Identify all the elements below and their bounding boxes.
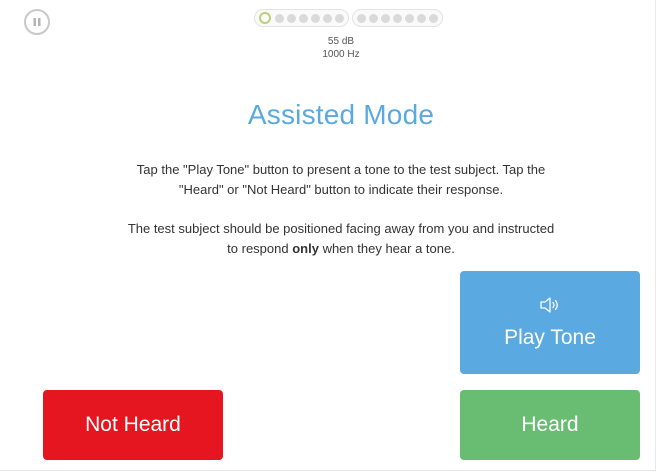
test-progress-indicator <box>254 9 443 27</box>
pause-icon <box>33 18 41 26</box>
instructions-line: The test subject should be positioned fa… <box>127 221 555 236</box>
heard-label: Heard <box>521 413 579 436</box>
instructions-line: Tap the "Play Tone" button to present a … <box>136 162 546 177</box>
progress-dot <box>287 13 296 23</box>
page-title: Assisted Mode <box>247 99 435 130</box>
instructions-line: "Heard" or "Not Heard" button to indicat… <box>178 182 504 197</box>
instructions-text: to respond <box>227 241 293 256</box>
speaker-icon <box>540 296 558 313</box>
instructions-emphasis: only <box>292 241 319 256</box>
progress-dot-current <box>259 12 271 24</box>
instructions-line: to respond only when they hear a tone. <box>0 239 659 259</box>
instructions-text: when they hear a tone. <box>318 241 455 256</box>
instructions-positioning: The test subject should be positioned fa… <box>0 219 659 259</box>
not-heard-button[interactable]: Not Heard <box>43 390 223 460</box>
level-decibels: 55 dB <box>327 36 355 47</box>
progress-dot <box>323 13 332 23</box>
instructions-response: Tap the "Play Tone" button to present a … <box>0 160 659 200</box>
pause-button[interactable] <box>24 9 50 35</box>
progress-group-2 <box>352 9 443 27</box>
play-tone-label: Play Tone <box>504 325 596 349</box>
progress-dot <box>357 13 366 23</box>
progress-dot <box>429 13 438 23</box>
progress-dot <box>417 13 426 23</box>
progress-dot <box>393 13 402 23</box>
heard-button[interactable]: Heard <box>460 390 640 460</box>
progress-dot <box>405 13 414 23</box>
not-heard-label: Not Heard <box>85 413 181 436</box>
play-tone-button[interactable]: Play Tone <box>460 271 640 374</box>
progress-dot <box>275 13 284 23</box>
progress-dot <box>311 13 320 23</box>
progress-group-1 <box>254 9 349 27</box>
app-screen: 55 dB 1000 Hz Assisted Mode Tap the "Pla… <box>0 0 656 471</box>
progress-dot <box>381 13 390 23</box>
progress-dot <box>369 13 378 23</box>
progress-dot <box>335 13 344 23</box>
progress-dot <box>299 13 308 23</box>
level-frequency: 1000 Hz <box>322 49 360 60</box>
